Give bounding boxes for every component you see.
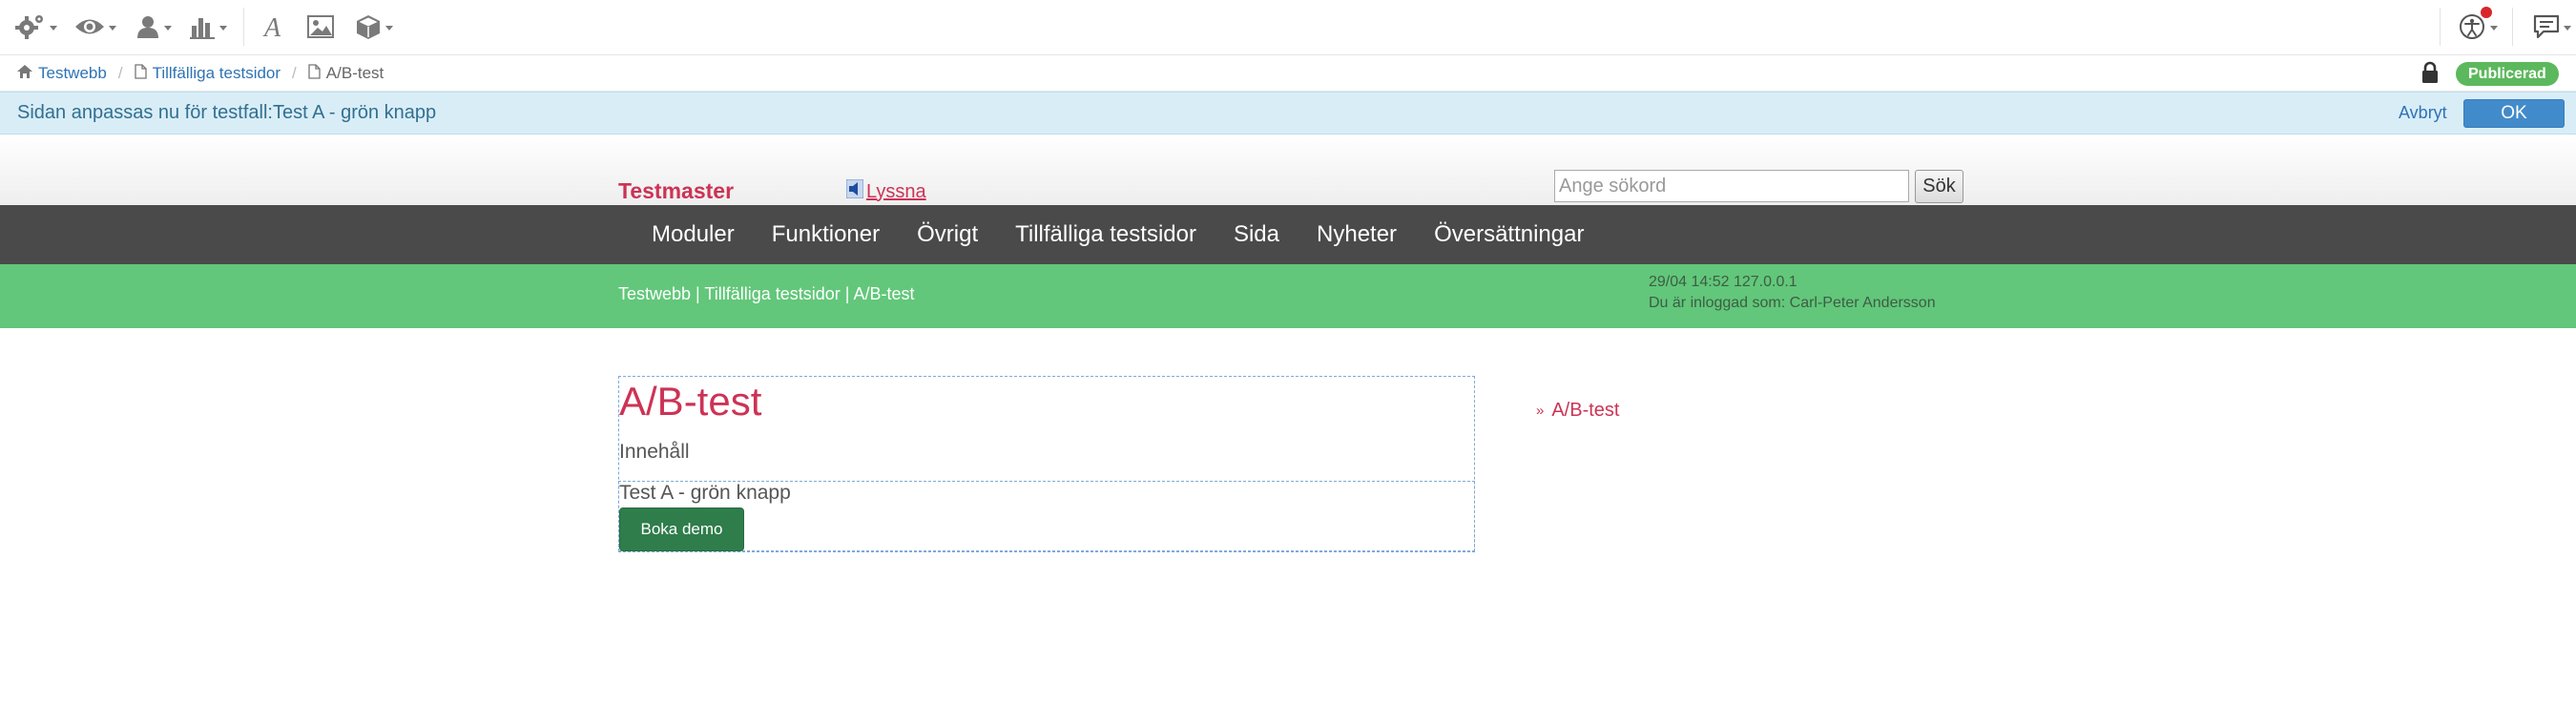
font-icon: A — [261, 13, 286, 40]
bar-chart-icon — [189, 14, 216, 39]
cube-icon — [355, 13, 382, 40]
statistics-menu-button[interactable] — [189, 10, 227, 44]
breadcrumb-item-temp-pages[interactable]: Tillfälliga testsidor — [134, 63, 281, 84]
content-area: A/B-test Innehåll Test A - grön knapp Bo… — [618, 376, 1475, 552]
text-style-button[interactable]: A — [261, 10, 286, 44]
status-badge: Publicerad — [2456, 62, 2559, 86]
test-info-bar: Sidan anpassas nu för testfall:Test A - … — [0, 92, 2576, 135]
breadcrumb-item-current: A/B-test — [308, 63, 384, 84]
sidebar-item-label: A/B-test — [1551, 400, 1620, 421]
image-icon — [307, 15, 334, 38]
nav-items: Moduler Funktioner Övrigt Tillfälliga te… — [652, 205, 1584, 264]
accessibility-menu-button[interactable] — [2458, 7, 2498, 44]
ab-test-variant-area[interactable]: Test A - grön knapp Boka demo — [618, 481, 1475, 552]
page-icon — [134, 63, 147, 84]
chevron-down-icon — [2564, 25, 2571, 31]
sidebar-item-ab-test[interactable]: » A/B-test — [1536, 400, 1619, 422]
modules-menu-button[interactable] — [355, 10, 393, 44]
nav-item-ovrigt[interactable]: Övrigt — [917, 221, 978, 248]
site-logo[interactable]: Testmaster — [618, 178, 734, 204]
user-icon — [135, 14, 160, 39]
content-subheading: Innehåll — [619, 441, 690, 463]
nav-item-nyheter[interactable]: Nyheter — [1317, 221, 1397, 248]
svg-text:A: A — [262, 13, 281, 40]
search-input[interactable] — [1554, 170, 1909, 202]
accessibility-icon — [2458, 7, 2492, 41]
logged-in-user: Du är inloggad som: Carl-Peter Andersson — [1649, 295, 1936, 311]
editor-toolbar: A — [0, 0, 2576, 55]
toolbar-divider — [2512, 8, 2513, 46]
chevron-down-icon — [164, 25, 172, 31]
lock-icon[interactable] — [2420, 61, 2440, 89]
toolbar-divider — [2440, 8, 2441, 46]
chevron-down-icon — [2490, 25, 2498, 31]
main-navigation: Moduler Funktioner Övrigt Tillfälliga te… — [0, 205, 2576, 264]
notification-dot — [2481, 7, 2492, 18]
chevron-down-icon — [385, 25, 393, 31]
speaker-icon — [845, 178, 864, 204]
page-path: Testwebb | Tillfälliga testsidor | A/B-t… — [618, 284, 915, 303]
nav-item-funktioner[interactable]: Funktioner — [772, 221, 880, 248]
page-info-band: Testwebb | Tillfälliga testsidor | A/B-t… — [0, 264, 2576, 328]
chevron-down-icon — [219, 25, 227, 31]
view-menu-button[interactable] — [74, 10, 116, 44]
nav-item-translations[interactable]: Översättningar — [1434, 221, 1584, 248]
breadcrumb-item-home[interactable]: Testwebb — [17, 64, 107, 83]
breadcrumb-label: A/B-test — [325, 64, 384, 82]
listen-label: Lyssna — [866, 180, 926, 202]
search-button[interactable]: Sök — [1915, 170, 1963, 203]
site-header: Testmaster Lyssna Sök — [0, 135, 2576, 205]
cancel-link[interactable]: Avbryt — [2399, 93, 2447, 134]
breadcrumb: Testwebb / Tillfälliga testsidor / A/B-t… — [17, 55, 384, 92]
chevron-down-icon — [50, 25, 57, 31]
ok-button[interactable]: OK — [2463, 99, 2565, 128]
book-demo-button[interactable]: Boka demo — [619, 508, 744, 551]
nav-item-moduler[interactable]: Moduler — [652, 221, 735, 248]
double-chevron-right-icon: » — [1536, 403, 1545, 419]
breadcrumb-label: Testwebb — [38, 64, 107, 82]
test-variant-label: Test A - grön knapp — [619, 482, 791, 504]
test-info-message: Sidan anpassas nu för testfall:Test A - … — [17, 102, 437, 123]
breadcrumb-bar: Testwebb / Tillfälliga testsidor / A/B-t… — [0, 55, 2576, 92]
gear-icon — [15, 13, 46, 40]
toolbar-divider — [243, 8, 244, 46]
comments-menu-button[interactable] — [2533, 10, 2571, 44]
breadcrumb-separator: / — [117, 64, 123, 82]
listen-link[interactable]: Lyssna — [845, 178, 926, 204]
insert-image-button[interactable] — [307, 10, 334, 44]
user-menu-button[interactable] — [135, 10, 172, 44]
nav-item-temporary-test-pages[interactable]: Tillfälliga testsidor — [1015, 221, 1196, 248]
settings-menu-button[interactable] — [15, 10, 57, 44]
breadcrumb-separator: / — [292, 64, 297, 82]
chevron-down-icon — [109, 25, 116, 31]
page-icon — [308, 63, 321, 84]
comment-icon — [2533, 14, 2560, 39]
breadcrumb-label: Tillfälliga testsidor — [152, 64, 281, 82]
home-icon — [17, 64, 32, 83]
page-title: A/B-test — [619, 379, 762, 424]
session-info: 29/04 14:52 127.0.0.1 Du är inloggad som… — [1649, 272, 1936, 314]
session-datetime: 29/04 14:52 127.0.0.1 — [1649, 274, 1797, 290]
nav-item-sida[interactable]: Sida — [1234, 221, 1279, 248]
eye-icon — [74, 16, 105, 37]
